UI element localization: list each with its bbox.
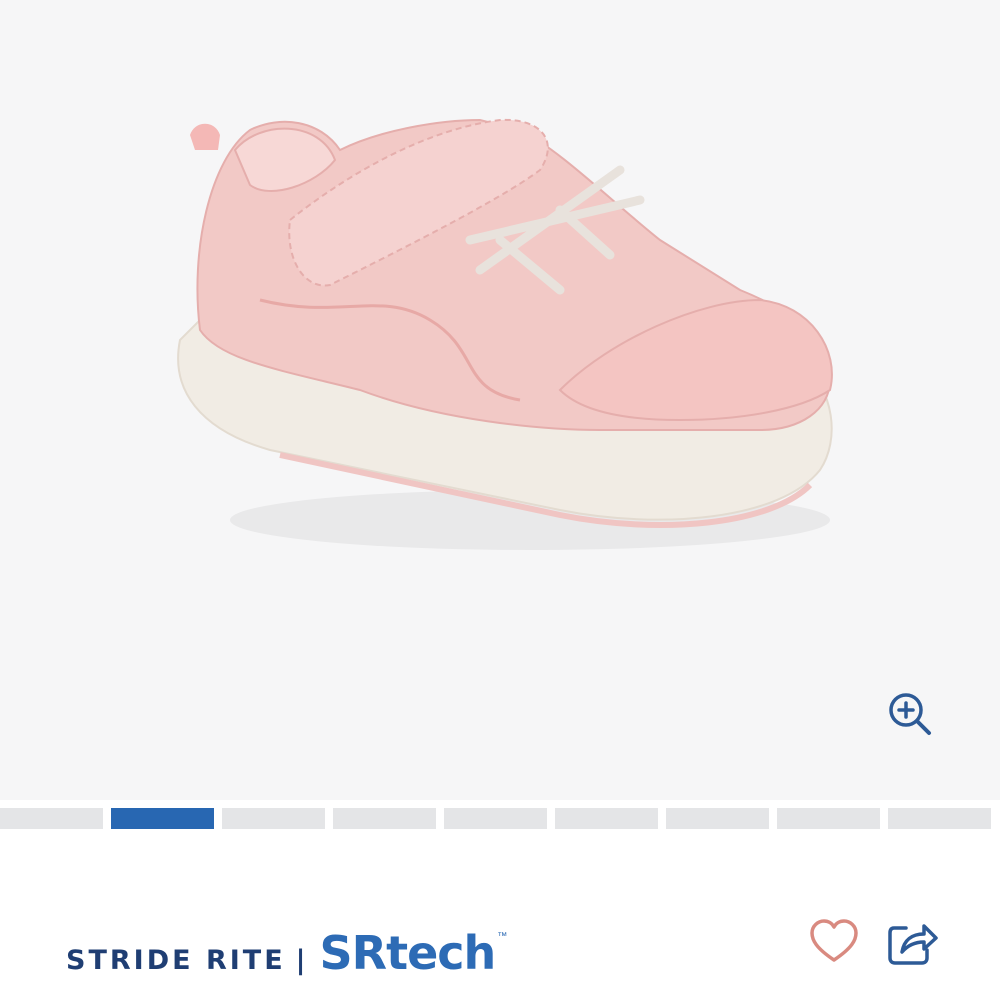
pager-segment[interactable] [555, 808, 658, 829]
pager-segment[interactable] [888, 808, 991, 829]
heel-tab [190, 123, 220, 150]
trademark-symbol: ™ [497, 931, 508, 942]
share-icon [888, 924, 938, 965]
favorite-button[interactable] [806, 914, 862, 970]
pager-segment[interactable] [0, 808, 103, 829]
pager-segment[interactable] [333, 808, 436, 829]
zoom-button[interactable] [880, 686, 940, 742]
share-button[interactable] [884, 914, 940, 970]
image-pager [0, 808, 1000, 830]
pager-segment-active[interactable] [111, 808, 214, 829]
brand-name: STRIDE RITE [66, 945, 286, 976]
heart-icon [810, 919, 858, 962]
pager-segment[interactable] [222, 808, 325, 829]
product-image[interactable] [140, 90, 860, 570]
product-image-gallery[interactable] [0, 0, 1000, 800]
brand-separator: | [295, 945, 306, 976]
brand-subline: SRtech [319, 926, 497, 980]
pager-segment[interactable] [666, 808, 769, 829]
pager-segment[interactable] [777, 808, 880, 829]
brand-title: STRIDE RITE | SRtech ™ [66, 926, 507, 982]
zoom-in-icon [889, 693, 931, 735]
pager-segment[interactable] [444, 808, 547, 829]
